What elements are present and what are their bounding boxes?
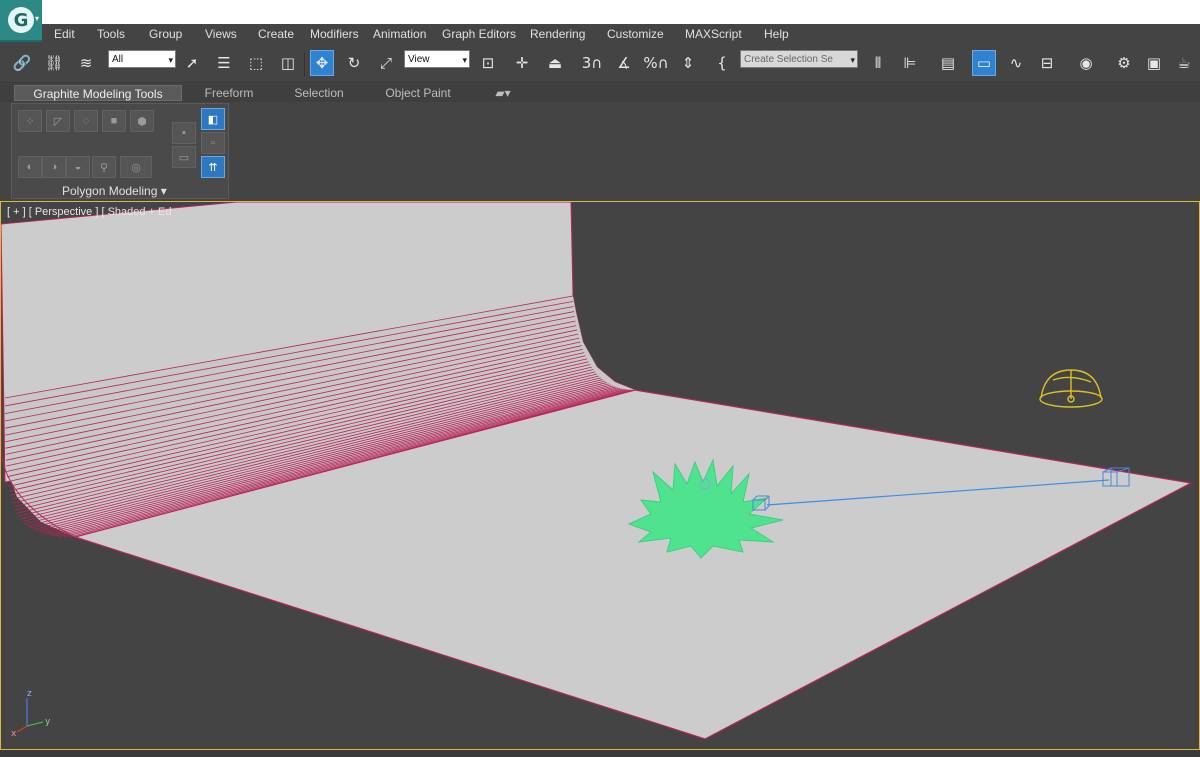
select-and-scale-icon[interactable]: ⤢ [374,50,398,76]
keyboard-shortcut-override-icon[interactable]: ⏏ [543,50,567,76]
snaps-toggle-icon[interactable]: 3 ∩ [580,50,604,76]
schematic-view-icon[interactable]: ⊟ [1035,50,1059,76]
menu-maxscript[interactable]: MAXScript [685,27,742,41]
percent-snap-icon[interactable]: % ∩ [643,50,668,76]
app-logo-icon: G [8,7,34,33]
window-crossing-icon[interactable]: ◫ [276,50,300,76]
render-setup-icon[interactable]: ⚙ [1112,50,1136,76]
next-modifier-icon[interactable]: ◒ [66,156,90,178]
perspective-viewport[interactable]: [ + ] [ Perspective ] [ Shaded + Ed z y … [0,201,1200,750]
tab-object-paint[interactable]: Object Paint [372,85,464,101]
modify-mode-icon[interactable]: ◐ [18,156,42,178]
select-and-rotate-icon[interactable]: ↻ [342,50,366,76]
angle-snap-icon[interactable]: ∡ [612,50,636,76]
graphite-modeling-toggle-icon[interactable]: ▭ [972,50,996,76]
chevron-down-icon: ▾ [850,55,855,65]
viewport-scene[interactable]: z y x [1,202,1199,749]
menu-animation[interactable]: Animation [373,27,426,41]
select-object-icon[interactable]: ➚ [180,50,204,76]
use-pivot-center-icon[interactable]: ⊡ [476,50,500,76]
polygon-modeling-group: ⁘ ◸ ◌ ■ ⬢ ◐ ◑ ◒ ⚲ ◎ ▪ ▭ ◧ ▫ ⇈ Polygon Mo… [11,103,229,199]
chevron-down-icon: ▾ [160,184,167,198]
select-and-manipulate-icon[interactable]: ✛ [510,50,534,76]
rendered-frame-window-icon[interactable]: ▣ [1142,50,1166,76]
title-bar [0,0,1200,24]
align-icon[interactable]: ⊫ [898,50,922,76]
edge-icon[interactable]: ◸ [46,110,70,132]
dropdown-arrow-icon: ▾ [34,14,39,23]
menu-create[interactable]: Create [258,27,294,41]
curve-editor-icon[interactable]: ∿ [1004,50,1028,76]
edit-named-selection-icon[interactable]: { [710,50,734,76]
unlink-selection-icon[interactable]: ⛓ [42,50,66,76]
polygon-icon[interactable]: ■ [102,110,126,132]
menu-group[interactable]: Group [149,27,182,41]
polygon-modeling-dropdown[interactable]: Polygon Modeling ▾ [62,184,167,198]
element-icon[interactable]: ⬢ [130,110,154,132]
menu-help[interactable]: Help [764,27,789,41]
chevron-down-icon: ▾ [168,55,173,65]
show-end-result-icon[interactable]: ◎ [120,156,152,178]
ignore-backfacing-icon[interactable]: ▫ [201,132,225,154]
ribbon-options-icon[interactable]: ▰▾ [488,85,518,101]
viewport-label[interactable]: [ + ] [ Perspective ] [ Shaded + Ed [7,206,171,218]
collapse-stack-icon[interactable]: ▪ [172,122,196,144]
axis-tripod: z y x [11,689,51,739]
rectangular-selection-icon[interactable]: ⬚ [244,50,268,76]
application-menu-button[interactable]: G ▾ [0,0,42,42]
chevron-down-icon: ▾ [462,55,467,65]
axis-y-label: y [45,717,51,727]
reference-coordinate-dropdown[interactable]: View ▾ [404,50,470,68]
ribbon-tab-bar: Graphite Modeling Tools Freeform Selecti… [0,84,1200,102]
menu-customize[interactable]: Customize [607,27,664,41]
spinner-snap-icon[interactable]: ⇕ [676,50,700,76]
tab-graphite-modeling-tools[interactable]: Graphite Modeling Tools [14,85,182,101]
border-icon[interactable]: ◌ [74,110,98,132]
previous-modifier-icon[interactable]: ◑ [42,156,66,178]
skylight-object-icon[interactable] [1039,369,1103,408]
selection-filter-dropdown[interactable]: All ▾ [108,50,176,68]
menu-rendering[interactable]: Rendering [530,27,585,41]
axis-z-label: z [27,689,32,699]
mirror-icon[interactable]: ⫴ [866,50,890,76]
menu-modifiers[interactable]: Modifiers [310,27,359,41]
main-toolbar: 🔗 ⛓ ≋ All ▾ ➚ ☰ ⬚ ◫ ✥ ↻ ⤢ View ▾ ⊡ ✛ ⏏ 3 ∩ … [0,44,1200,83]
vertex-icon[interactable]: ⁘ [18,110,42,132]
render-production-icon[interactable]: ☕ [1172,50,1196,76]
pin-stack-icon[interactable]: ⚲ [92,156,116,178]
menu-tools[interactable]: Tools [97,27,125,41]
tab-selection[interactable]: Selection [278,85,360,101]
toolbar-separator [304,52,305,76]
menu-graph-editors[interactable]: Graph Editors [442,27,516,41]
named-selection-sets-field[interactable]: Create Selection Se ▾ [740,50,858,68]
toggle-command-panel-icon[interactable]: ▭ [172,146,196,168]
select-and-move-icon[interactable]: ✥ [310,50,334,76]
status-bar [0,750,1200,757]
axis-x-label: x [11,729,17,739]
menu-edit[interactable]: Edit [54,27,75,41]
bind-to-space-warp-icon[interactable]: ≋ [74,50,98,76]
select-and-link-icon[interactable]: 🔗 [10,50,34,76]
layer-manager-icon[interactable]: ▤ [936,50,960,76]
select-by-name-icon[interactable]: ☰ [212,50,236,76]
use-soft-selection-icon[interactable]: ◧ [201,108,225,130]
preserve-uvs-icon[interactable]: ⇈ [201,156,225,178]
tab-freeform[interactable]: Freeform [188,85,270,101]
menu-bar: Edit Tools Group Views Create Modifiers … [42,24,1200,44]
material-editor-icon[interactable]: ◉ [1074,50,1098,76]
menu-views[interactable]: Views [205,27,237,41]
